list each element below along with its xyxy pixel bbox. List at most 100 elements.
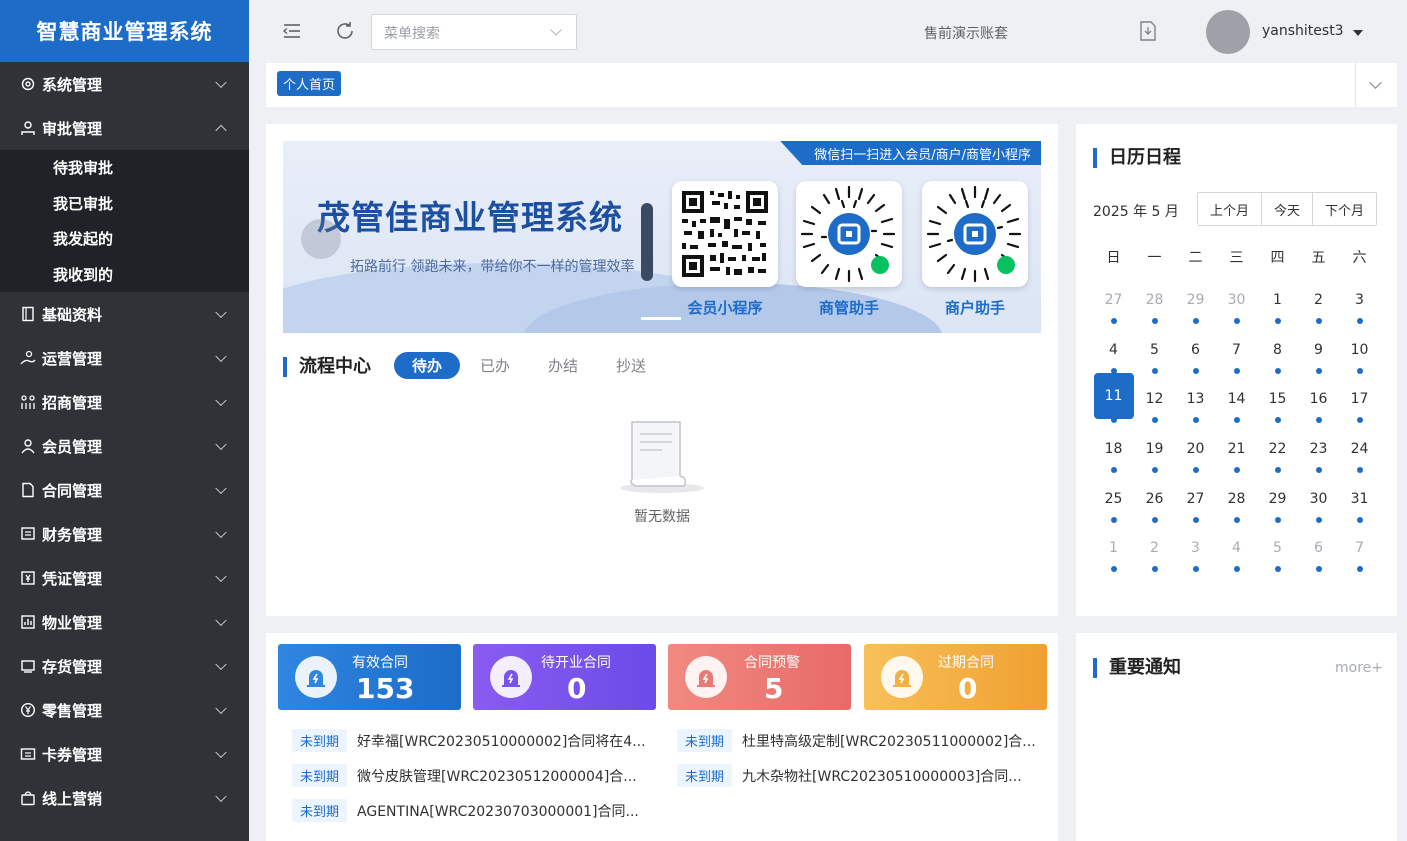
tab-home[interactable]: 个人首页 <box>277 71 342 96</box>
calendar-day[interactable]: 16 <box>1298 373 1339 424</box>
sidebar-item-contract[interactable]: 合同管理 <box>0 468 249 512</box>
calendar-day[interactable]: 2 <box>1298 274 1339 324</box>
menu-search-select[interactable]: 菜单搜索 <box>371 14 577 50</box>
finance-icon <box>20 526 36 542</box>
sidebar-item-approval[interactable]: 审批管理 <box>0 106 249 150</box>
weekday-label: 四 <box>1270 250 1285 266</box>
calendar-day[interactable]: 14 <box>1216 373 1257 424</box>
calendar-day[interactable]: 6 <box>1298 522 1339 573</box>
submenu-item-pending[interactable]: 待我审批 <box>0 150 249 186</box>
carousel-indicator[interactable] <box>641 317 681 320</box>
calendar-day[interactable]: 30 <box>1216 274 1257 324</box>
property-icon <box>20 614 36 630</box>
calendar-day[interactable]: 5 <box>1134 324 1175 374</box>
calendar-day[interactable]: 20 <box>1175 423 1216 474</box>
calendar-day-today[interactable]: 11 <box>1093 373 1134 424</box>
contract-list-item[interactable]: 未到期 微兮皮肤管理[WRC20230512000004]合... <box>292 764 637 787</box>
tabs-more-button[interactable] <box>1355 63 1397 107</box>
contract-list-item[interactable]: 未到期 AGENTINA[WRC20230703000001]合同... <box>292 799 639 822</box>
sidebar-item-property[interactable]: 物业管理 <box>0 600 249 644</box>
document-download-icon[interactable] <box>1137 20 1159 42</box>
calendar-day[interactable]: 15 <box>1257 373 1298 424</box>
qr-label-member: 会员小程序 <box>687 299 763 317</box>
empty-text: 暂无数据 <box>634 509 690 525</box>
calendar-day[interactable]: 23 <box>1298 423 1339 474</box>
calendar-day[interactable]: 3 <box>1175 522 1216 573</box>
status-badge: 未到期 <box>677 729 733 752</box>
chevron-down-icon <box>215 350 227 363</box>
contract-text: 好幸福[WRC20230510000002]合同将在4... <box>357 733 646 750</box>
calendar-day[interactable]: 29 <box>1257 473 1298 523</box>
carousel-prev-button[interactable] <box>301 219 341 259</box>
tab-completed[interactable]: 办结 <box>530 352 596 379</box>
calendar-day[interactable]: 21 <box>1216 423 1257 474</box>
calendar-day[interactable]: 31 <box>1339 473 1380 523</box>
sidebar-item-retail[interactable]: 零售管理 <box>0 688 249 732</box>
contract-list-item[interactable]: 未到期 九木杂物社[WRC20230510000003]合同... <box>677 764 1022 787</box>
calendar-day[interactable]: 12 <box>1134 373 1175 424</box>
sidebar-item-basic-data[interactable]: 基础资料 <box>0 292 249 336</box>
sidebar-item-inventory[interactable]: 存货管理 <box>0 644 249 688</box>
calendar-day[interactable]: 8 <box>1257 324 1298 374</box>
calendar-day[interactable]: 2 <box>1134 522 1175 573</box>
sidebar-item-member[interactable]: 会员管理 <box>0 424 249 468</box>
calendar-day[interactable]: 7 <box>1216 324 1257 374</box>
approval-submenu: 待我审批 我已审批 我发起的 我收到的 <box>0 150 249 292</box>
chevron-down-icon <box>550 24 562 36</box>
tab-done[interactable]: 已办 <box>462 352 528 379</box>
stat-expired-contracts[interactable]: 过期合同 0 <box>864 644 1047 710</box>
sidebar-item-system[interactable]: 系统管理 <box>0 62 249 106</box>
next-month-button[interactable]: 下个月 <box>1313 193 1377 225</box>
calendar-day[interactable]: 26 <box>1134 473 1175 523</box>
calendar-day[interactable]: 27 <box>1175 473 1216 523</box>
contract-list-item[interactable]: 未到期 杜里特高级定制[WRC20230511000002]合... <box>677 729 1036 752</box>
caret-down-icon[interactable] <box>1353 30 1363 36</box>
calendar-day[interactable]: 4 <box>1216 522 1257 573</box>
stat-contract-warning[interactable]: 合同预警 5 <box>668 644 851 710</box>
notice-more-link[interactable]: more+ <box>1335 660 1383 676</box>
calendar-day[interactable]: 25 <box>1093 473 1134 523</box>
stat-pending-opening[interactable]: 待开业合同 0 <box>473 644 656 710</box>
calendar-day[interactable]: 1 <box>1257 274 1298 324</box>
calendar-day[interactable]: 28 <box>1134 274 1175 324</box>
calendar-day[interactable]: 19 <box>1134 423 1175 474</box>
calendar-day[interactable]: 27 <box>1093 274 1134 324</box>
refresh-icon[interactable] <box>334 20 356 42</box>
calendar-day[interactable]: 29 <box>1175 274 1216 324</box>
contract-list-item[interactable]: 未到期 好幸福[WRC20230510000002]合同将在4... <box>292 729 646 752</box>
calendar-day[interactable]: 9 <box>1298 324 1339 374</box>
sidebar-item-voucher[interactable]: 凭证管理 <box>0 556 249 600</box>
calendar-day[interactable]: 1 <box>1093 522 1134 573</box>
calendar-day[interactable]: 6 <box>1175 324 1216 374</box>
submenu-item-approved[interactable]: 我已审批 <box>0 186 249 222</box>
calendar-day[interactable]: 18 <box>1093 423 1134 474</box>
stat-valid-contracts[interactable]: 有效合同 153 <box>278 644 461 710</box>
calendar-day[interactable]: 4 <box>1093 324 1134 374</box>
sidebar-item-online-marketing[interactable]: 线上营销 <box>0 776 249 820</box>
tab-todo[interactable]: 待办 <box>394 352 461 379</box>
tab-cc[interactable]: 抄送 <box>598 352 664 379</box>
avatar[interactable] <box>1206 10 1250 54</box>
calendar-day[interactable]: 28 <box>1216 473 1257 523</box>
calendar-day[interactable]: 22 <box>1257 423 1298 474</box>
calendar-day[interactable]: 17 <box>1339 373 1380 424</box>
sidebar-item-coupon[interactable]: 卡券管理 <box>0 732 249 776</box>
chevron-down-icon <box>215 306 227 319</box>
calendar-day[interactable]: 7 <box>1339 522 1380 573</box>
calendar-day[interactable]: 24 <box>1339 423 1380 474</box>
username[interactable]: yanshitest3 <box>1262 23 1344 39</box>
calendar-day[interactable]: 30 <box>1298 473 1339 523</box>
sidebar-item-investment[interactable]: 招商管理 <box>0 380 249 424</box>
submenu-item-received[interactable]: 我收到的 <box>0 257 249 293</box>
menu-fold-icon[interactable] <box>281 20 303 42</box>
calendar-day[interactable]: 10 <box>1339 324 1380 374</box>
banner-carousel[interactable]: 微信扫一扫进入会员/商户/商管小程序 茂管佳商业管理系统 拓路前行 领跑未来，带… <box>283 141 1041 333</box>
prev-month-button[interactable]: 上个月 <box>1198 193 1263 225</box>
calendar-day[interactable]: 3 <box>1339 274 1380 324</box>
sidebar-item-operation[interactable]: 运营管理 <box>0 336 249 380</box>
sidebar-item-finance[interactable]: 财务管理 <box>0 512 249 556</box>
today-button[interactable]: 今天 <box>1262 193 1314 225</box>
calendar-day[interactable]: 13 <box>1175 373 1216 424</box>
calendar-day[interactable]: 5 <box>1257 522 1298 573</box>
submenu-item-initiated[interactable]: 我发起的 <box>0 221 249 257</box>
